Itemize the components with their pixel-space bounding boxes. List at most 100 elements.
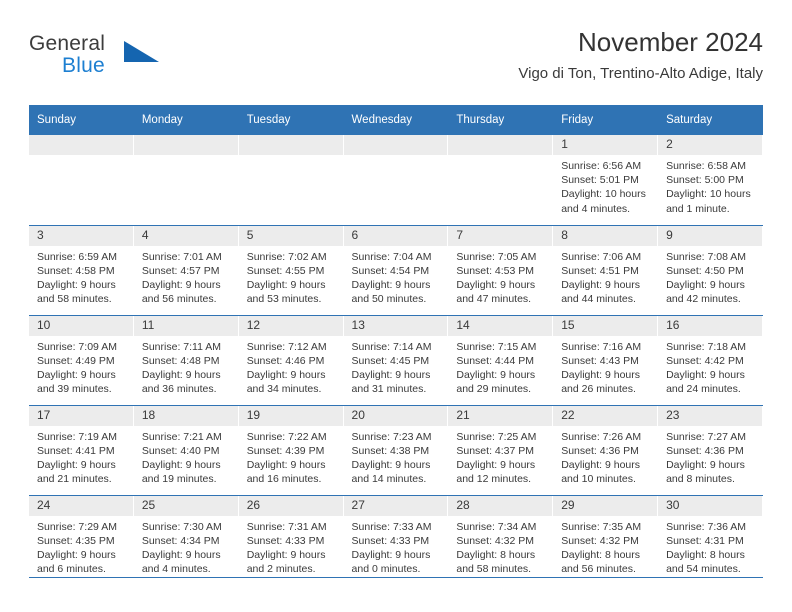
weekday-header-sunday: Sunday bbox=[29, 105, 134, 135]
day-details: Sunrise: 7:04 AM Sunset: 4:54 PM Daylight:… bbox=[344, 246, 449, 307]
day-details: Sunrise: 6:58 AM Sunset: 5:00 PM Daylight:… bbox=[658, 155, 763, 216]
daylight-text: and 6 minutes. bbox=[37, 563, 106, 576]
calendar-day-cell[interactable]: 11 Sunrise: 7:11 AM Sunset: 4:48 PM Dayligh… bbox=[133, 315, 239, 406]
sunrise-text: Sunrise: 7:19 AM bbox=[37, 430, 117, 443]
daylight-text: and 4 minutes. bbox=[561, 202, 631, 215]
calendar-day-cell[interactable]: 7 Sunrise: 7:05 AM Sunset: 4:53 PM Daylight… bbox=[448, 225, 554, 316]
daylight-text: and 16 minutes. bbox=[246, 473, 322, 486]
calendar-day-cell[interactable]: 28 Sunrise: 7:34 AM Sunset: 4:32 PM Dayligh… bbox=[448, 495, 554, 578]
day-details: Sunrise: 7:26 AM Sunset: 4:36 PM Daylight:… bbox=[553, 426, 658, 487]
day-number: 29 bbox=[553, 495, 659, 516]
day-details: Sunrise: 7:22 AM Sunset: 4:39 PM Daylight:… bbox=[239, 426, 344, 487]
day-number: 24 bbox=[29, 495, 134, 516]
calendar-day-cell[interactable]: 4 Sunrise: 7:01 AM Sunset: 4:57 PM Daylight… bbox=[133, 225, 239, 316]
sunrise-text: Sunrise: 7:02 AM bbox=[246, 250, 327, 263]
daylight-text: Daylight: 9 hours bbox=[351, 458, 431, 471]
calendar-day-cell[interactable]: 20 Sunrise: 7:23 AM Sunset: 4:38 PM Dayligh… bbox=[343, 405, 449, 496]
daylight-text: Daylight: 9 hours bbox=[666, 368, 745, 381]
calendar-day-cell[interactable]: 26 Sunrise: 7:31 AM Sunset: 4:33 PM Dayligh… bbox=[238, 495, 344, 578]
daylight-text: and 0 minutes. bbox=[351, 563, 421, 576]
calendar-day-cell[interactable]: 15 Sunrise: 7:16 AM Sunset: 4:43 PM Dayligh… bbox=[553, 315, 659, 406]
brand-name-blue: Blue bbox=[62, 54, 105, 77]
sunrise-text: Sunrise: 7:23 AM bbox=[351, 430, 432, 443]
calendar-day-cell[interactable]: 9 Sunrise: 7:08 AM Sunset: 4:50 PM Daylight… bbox=[658, 225, 763, 316]
sunset-text: Sunset: 4:55 PM bbox=[246, 264, 325, 277]
daylight-text: and 50 minutes. bbox=[351, 293, 427, 306]
daylight-text: and 56 minutes. bbox=[561, 563, 636, 576]
sunrise-text: Sunrise: 7:14 AM bbox=[351, 340, 432, 353]
sunset-text: Sunset: 4:41 PM bbox=[37, 444, 115, 457]
sunrise-text: Sunrise: 7:25 AM bbox=[456, 430, 537, 443]
calendar-day-cell[interactable]: 16 Sunrise: 7:18 AM Sunset: 4:42 PM Dayligh… bbox=[658, 315, 763, 406]
day-details bbox=[239, 155, 344, 159]
calendar-body: 1 Sunrise: 6:56 AM Sunset: 5:01 PM Daylight… bbox=[29, 135, 763, 578]
day-details: Sunrise: 7:25 AM Sunset: 4:37 PM Daylight:… bbox=[448, 426, 553, 487]
calendar-day-cell[interactable]: 17 Sunrise: 7:19 AM Sunset: 4:41 PM Dayligh… bbox=[29, 405, 134, 496]
calendar-day-cell[interactable]: 5 Sunrise: 7:02 AM Sunset: 4:55 PM Daylight… bbox=[238, 225, 344, 316]
sunset-text: Sunset: 4:48 PM bbox=[141, 354, 220, 367]
calendar-day-cell[interactable]: 22 Sunrise: 7:26 AM Sunset: 4:36 PM Dayligh… bbox=[553, 405, 659, 496]
day-number: 27 bbox=[343, 495, 449, 516]
calendar-day-cell[interactable]: 8 Sunrise: 7:06 AM Sunset: 4:51 PM Daylight… bbox=[553, 225, 659, 316]
sunrise-text: Sunrise: 6:59 AM bbox=[37, 250, 117, 263]
day-details: Sunrise: 6:59 AM Sunset: 4:58 PM Daylight:… bbox=[29, 246, 134, 307]
calendar-day-cell[interactable]: 29 Sunrise: 7:35 AM Sunset: 4:32 PM Dayligh… bbox=[553, 495, 659, 578]
calendar-day-cell[interactable]: 21 Sunrise: 7:25 AM Sunset: 4:37 PM Dayligh… bbox=[448, 405, 554, 496]
calendar-day-cell[interactable]: 30 Sunrise: 7:36 AM Sunset: 4:31 PM Dayligh… bbox=[658, 495, 763, 578]
daylight-text: and 34 minutes. bbox=[246, 383, 322, 396]
sunrise-text: Sunrise: 7:33 AM bbox=[351, 520, 432, 533]
day-details: Sunrise: 7:36 AM Sunset: 4:31 PM Daylight:… bbox=[658, 516, 763, 577]
day-number: 5 bbox=[238, 225, 344, 246]
sunset-text: Sunset: 4:36 PM bbox=[561, 444, 639, 457]
daylight-text: Daylight: 9 hours bbox=[456, 458, 536, 471]
sunset-text: Sunset: 4:43 PM bbox=[561, 354, 639, 367]
calendar-day-cell[interactable]: 1 Sunrise: 6:56 AM Sunset: 5:01 PM Daylight… bbox=[553, 135, 659, 226]
daylight-text: and 21 minutes. bbox=[37, 473, 112, 486]
sunrise-text: Sunrise: 7:04 AM bbox=[351, 250, 432, 263]
daylight-text: Daylight: 9 hours bbox=[246, 458, 326, 471]
day-details: Sunrise: 7:05 AM Sunset: 4:53 PM Daylight:… bbox=[448, 246, 553, 307]
sunset-text: Sunset: 4:33 PM bbox=[351, 534, 430, 547]
calendar-day-cell[interactable]: 23 Sunrise: 7:27 AM Sunset: 4:36 PM Dayligh… bbox=[658, 405, 763, 496]
calendar-day-cell[interactable]: 27 Sunrise: 7:33 AM Sunset: 4:33 PM Dayligh… bbox=[343, 495, 449, 578]
sunset-text: Sunset: 5:01 PM bbox=[561, 174, 639, 187]
page-title: November 2024 bbox=[578, 27, 763, 57]
calendar-day-cell[interactable]: 24 Sunrise: 7:29 AM Sunset: 4:35 PM Dayligh… bbox=[29, 495, 134, 578]
daylight-text: Daylight: 9 hours bbox=[37, 278, 116, 291]
sunrise-text: Sunrise: 7:21 AM bbox=[141, 430, 222, 443]
daylight-text: and 53 minutes. bbox=[246, 293, 322, 306]
calendar-day-cell[interactable]: 19 Sunrise: 7:22 AM Sunset: 4:39 PM Dayligh… bbox=[238, 405, 344, 496]
daylight-text: and 44 minutes. bbox=[561, 293, 636, 306]
brand-logo[interactable]: General Blue bbox=[29, 32, 269, 90]
sunrise-text: Sunrise: 7:08 AM bbox=[666, 250, 747, 263]
calendar-day-cell[interactable]: 10 Sunrise: 7:09 AM Sunset: 4:49 PM Dayligh… bbox=[29, 315, 134, 406]
sunset-text: Sunset: 4:40 PM bbox=[141, 444, 220, 457]
calendar-week-row: 3 Sunrise: 6:59 AM Sunset: 4:58 PM Daylight… bbox=[29, 225, 763, 316]
calendar-day-cell[interactable]: 18 Sunrise: 7:21 AM Sunset: 4:40 PM Dayligh… bbox=[133, 405, 239, 496]
daylight-text: and 4 minutes. bbox=[141, 563, 211, 576]
day-number: 10 bbox=[29, 315, 134, 336]
day-details: Sunrise: 7:23 AM Sunset: 4:38 PM Daylight:… bbox=[344, 426, 449, 487]
calendar-week-row: 1 Sunrise: 6:56 AM Sunset: 5:01 PM Daylight… bbox=[29, 135, 763, 226]
calendar-day-cell[interactable]: 12 Sunrise: 7:12 AM Sunset: 4:46 PM Dayligh… bbox=[238, 315, 344, 406]
day-number: 4 bbox=[133, 225, 239, 246]
calendar-day-cell[interactable]: 2 Sunrise: 6:58 AM Sunset: 5:00 PM Daylight… bbox=[658, 135, 763, 226]
daylight-text: and 14 minutes. bbox=[351, 473, 427, 486]
sunset-text: Sunset: 4:32 PM bbox=[456, 534, 535, 547]
calendar-day-cell[interactable]: 25 Sunrise: 7:30 AM Sunset: 4:34 PM Dayligh… bbox=[133, 495, 239, 578]
daylight-text: Daylight: 9 hours bbox=[141, 458, 221, 471]
daylight-text: Daylight: 10 hours bbox=[666, 188, 751, 201]
daylight-text: Daylight: 9 hours bbox=[456, 278, 536, 291]
calendar-day-cell[interactable]: 3 Sunrise: 6:59 AM Sunset: 4:58 PM Daylight… bbox=[29, 225, 134, 316]
day-number: 23 bbox=[658, 405, 763, 426]
calendar-day-cell[interactable]: 14 Sunrise: 7:15 AM Sunset: 4:44 PM Dayligh… bbox=[448, 315, 554, 406]
sunset-text: Sunset: 4:46 PM bbox=[246, 354, 325, 367]
day-number: 13 bbox=[343, 315, 449, 336]
sunset-text: Sunset: 4:33 PM bbox=[246, 534, 325, 547]
day-number: 3 bbox=[29, 225, 134, 246]
calendar-day-cell[interactable]: 6 Sunrise: 7:04 AM Sunset: 4:54 PM Daylight… bbox=[343, 225, 449, 316]
calendar-day-cell-empty bbox=[343, 135, 449, 226]
daylight-text: and 56 minutes. bbox=[141, 293, 217, 306]
calendar-day-cell[interactable]: 13 Sunrise: 7:14 AM Sunset: 4:45 PM Dayligh… bbox=[343, 315, 449, 406]
day-details: Sunrise: 7:15 AM Sunset: 4:44 PM Daylight:… bbox=[448, 336, 553, 397]
